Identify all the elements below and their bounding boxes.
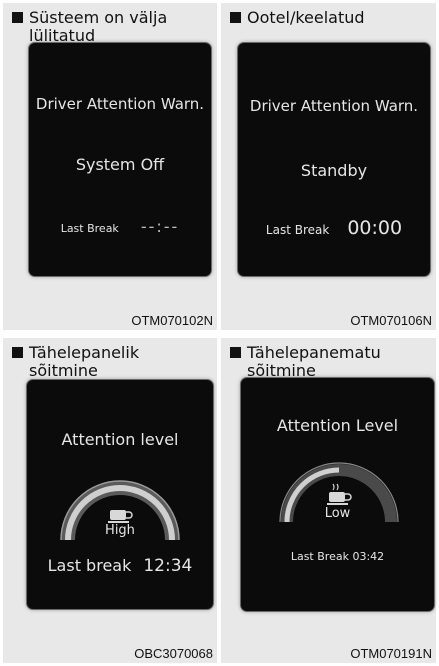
coffee-cup-icon	[108, 510, 133, 523]
display-title: Driver Attention Warn.	[249, 97, 419, 115]
panel-heading-text: Süsteem on välja lülitatud	[29, 8, 168, 45]
attention-level-value: Low	[324, 506, 351, 521]
last-break-row: Last Break 00:00	[238, 217, 430, 239]
display-status: System Off	[75, 155, 165, 174]
figure-code: OTM070191N	[350, 646, 432, 661]
panel-heading: Tähelepanematu sõitmine	[230, 344, 432, 380]
panel-system-off: Süsteem on välja lülitatud Driver Attent…	[3, 3, 217, 330]
last-break-value: 12:34	[143, 556, 193, 576]
cluster-display: Attention level High Last break 12:34	[27, 380, 213, 609]
display-status: Standby	[300, 161, 368, 180]
figure-code: OTM070102N	[131, 313, 213, 328]
figure-code: OTM070106N	[350, 313, 432, 328]
last-break-label: Last Break	[265, 223, 330, 237]
panel-inattentive-driving: Tähelepanematu sõitmine Attention Level …	[221, 338, 436, 663]
steaming-coffee-cup-icon	[327, 483, 352, 505]
last-break-row: Last Break --:--	[29, 217, 211, 236]
figure-code: OBC3070068	[134, 646, 213, 661]
panel-attentive-driving: Tähelepanelik sõitmine Attention level H…	[3, 338, 217, 663]
panel-heading-text: Tähelepanelik sõitmine	[29, 343, 140, 380]
square-bullet-icon	[12, 12, 23, 23]
last-break-value: 00:00	[347, 217, 403, 239]
panel-standby: Ootel/keelatud Driver Attention Warn. St…	[221, 3, 436, 330]
cluster-display: Driver Attention Warn. Standby Last Brea…	[238, 43, 430, 276]
display-title: Attention Level	[276, 416, 399, 435]
panel-heading: Ootel/keelatud	[230, 9, 432, 27]
last-break-label: Last Break	[290, 550, 349, 563]
panel-heading: Tähelepanelik sõitmine	[12, 344, 213, 380]
last-break-value: --:--	[140, 217, 180, 236]
cluster-display: Attention Level Low Last Break 03:42	[241, 378, 434, 611]
square-bullet-icon	[12, 347, 23, 358]
last-break-row: Last Break 03:42	[241, 550, 434, 563]
panel-heading: Süsteem on välja lülitatud	[12, 9, 213, 45]
panel-heading-text: Tähelepanematu sõitmine	[247, 343, 381, 380]
last-break-label: Last Break	[60, 222, 119, 235]
panel-heading-text: Ootel/keelatud	[247, 8, 365, 27]
last-break-label: Last break	[47, 556, 132, 575]
last-break-row: Last break 12:34	[27, 556, 213, 576]
square-bullet-icon	[230, 347, 241, 358]
display-title: Driver Attention Warn.	[35, 95, 205, 113]
display-title: Attention level	[61, 430, 179, 449]
cluster-display: Driver Attention Warn. System Off Last B…	[29, 43, 211, 276]
square-bullet-icon	[230, 12, 241, 23]
last-break-value: 03:42	[352, 550, 385, 563]
attention-level-value: High	[105, 523, 135, 538]
